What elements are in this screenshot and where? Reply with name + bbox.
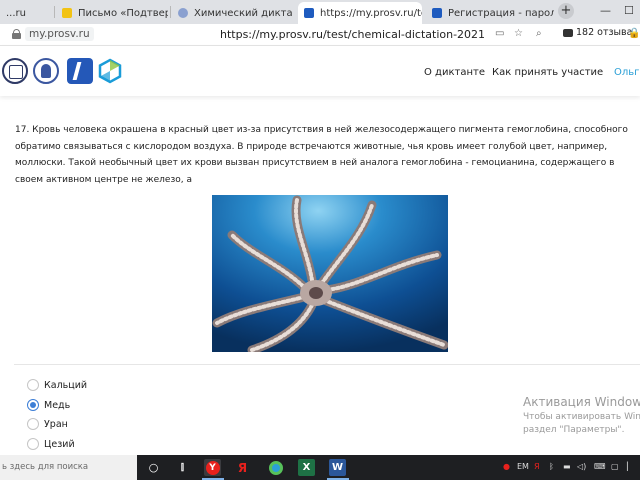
nav-user[interactable]: Ольга <box>614 67 640 78</box>
tab-3[interactable]: Химический диктант <box>172 2 292 24</box>
option-label: Медь <box>44 399 71 411</box>
address-bar: my.prosv.ru https://my.prosv.ru/test/che… <box>0 24 640 46</box>
tab-separator <box>54 6 55 18</box>
university-logo[interactable] <box>33 58 59 84</box>
show-desktop-icon[interactable]: ▏ <box>627 462 633 471</box>
network-icon[interactable]: ▬ <box>563 462 571 471</box>
chat-icon <box>563 28 573 37</box>
taskbar-search[interactable]: ь здесь для поиска <box>0 455 137 480</box>
tab-5-label: Регистрация - пароль <box>448 7 554 19</box>
minimize-icon[interactable]: — <box>600 4 611 17</box>
radio-button[interactable] <box>27 438 39 450</box>
bluetooth-icon[interactable]: ᛒ <box>549 462 554 471</box>
tab-1-label: ...ru <box>6 7 26 19</box>
site-header: О диктанте Как принять участие Ольга <box>0 46 640 96</box>
prosveshchenie-logo[interactable] <box>67 58 93 84</box>
radio-button[interactable] <box>27 379 39 391</box>
browser-tab-strip: ...ru Письмо «Подтверждени Химический ди… <box>0 0 640 24</box>
reviews-count: 182 отзыва <box>576 27 633 38</box>
tab-4-label: https://my.prosv.ru/test <box>320 7 422 19</box>
word-icon[interactable]: W <box>329 459 346 476</box>
tab-2-label: Письмо «Подтверждени <box>78 7 168 19</box>
windows-icon[interactable]: ○ <box>145 459 162 476</box>
task-view-icon[interactable]: ⫿ <box>174 459 191 476</box>
yandex-browser-icon[interactable]: Y <box>204 459 221 476</box>
maximize-icon[interactable]: ☐ <box>624 4 634 17</box>
options-divider <box>14 364 640 365</box>
nav-how-to-participate[interactable]: Как принять участие <box>492 67 603 78</box>
option-label: Цезий <box>44 438 75 450</box>
domain-chip[interactable]: my.prosv.ru <box>25 27 94 41</box>
excel-icon[interactable]: X <box>298 459 315 476</box>
tab-1[interactable]: ...ru <box>0 2 54 24</box>
msu-logo[interactable] <box>2 58 28 84</box>
option-label: Кальций <box>44 379 88 391</box>
mail-icon <box>62 8 72 18</box>
new-tab-button[interactable]: + <box>558 3 574 19</box>
language-tray[interactable]: ЕМ <box>517 462 529 471</box>
reviews-widget[interactable]: 182 отзыва <box>563 27 632 38</box>
url-field[interactable]: https://my.prosv.ru/test/chemical-dictat… <box>220 28 485 41</box>
activation-line-1: Чтобы активировать Windo <box>523 412 640 422</box>
activation-watermark-text: Чтобы активировать Windo раздел "Парамет… <box>523 411 640 436</box>
option-uranium[interactable]: Уран <box>27 418 68 430</box>
question-text: 17. Кровь человека окрашена в красный цв… <box>15 125 628 185</box>
activation-watermark-title: Активация Windows <box>523 395 640 409</box>
bookmark-icon[interactable]: ☆ <box>514 28 523 39</box>
yandex-icon[interactable]: Я <box>234 459 251 476</box>
yandex-tray-icon[interactable]: Я <box>534 462 540 471</box>
option-label: Уран <box>44 418 68 430</box>
option-calcium[interactable]: Кальций <box>27 379 87 391</box>
activation-line-2: раздел "Параметры". <box>523 424 625 435</box>
volume-icon[interactable]: ◁) <box>577 462 586 471</box>
option-cesium[interactable]: Цезий <box>27 438 75 450</box>
prosv-icon <box>304 8 314 18</box>
tab-3-label: Химический диктант <box>194 7 292 19</box>
yandex-tray-icon[interactable]: ● <box>503 462 510 471</box>
tab-2[interactable]: Письмо «Подтверждени <box>56 2 168 24</box>
lock-icon <box>12 29 21 39</box>
option-copper[interactable]: Медь <box>27 399 70 411</box>
lock-icon: 🔒 <box>628 28 640 39</box>
octopus-photo <box>212 195 448 352</box>
tab-4-active[interactable]: https://my.prosv.ru/test ✕ <box>298 2 422 24</box>
keyboard-icon[interactable]: ⌨ <box>594 462 606 471</box>
reader-icon[interactable]: ▭ <box>495 28 504 39</box>
edge-icon[interactable] <box>267 459 284 476</box>
radio-button-selected[interactable] <box>27 399 39 411</box>
notification-icon[interactable]: ▢ <box>611 462 619 471</box>
nav-about[interactable]: О диктанте <box>424 67 485 78</box>
hexagon-logo[interactable] <box>97 58 123 84</box>
prosv-icon <box>432 8 442 18</box>
tab-5[interactable]: Регистрация - пароль <box>426 2 554 24</box>
tab-separator <box>170 6 171 18</box>
radio-button[interactable] <box>27 418 39 430</box>
search-icon[interactable]: ⌕ <box>536 28 542 39</box>
site-icon <box>178 8 188 18</box>
windows-taskbar: ь здесь для поиска ○ ⫿ Y Я X W ● ЕМ Я ᛒ … <box>0 455 640 480</box>
